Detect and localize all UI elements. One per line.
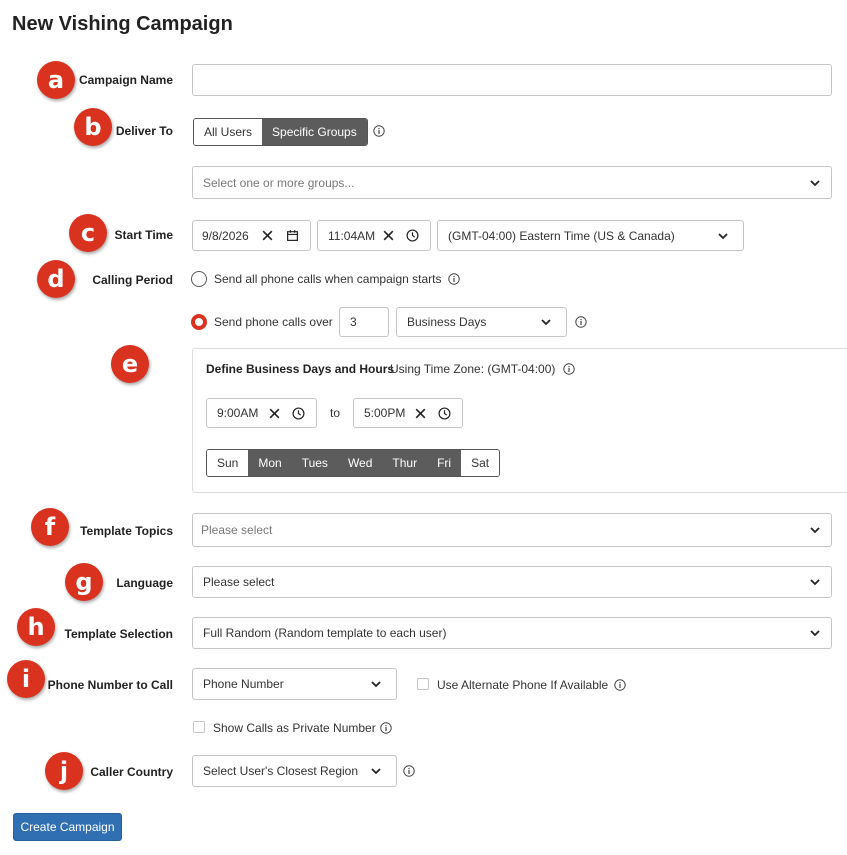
- start-time-picker[interactable]: 11:04AM: [317, 220, 431, 251]
- start-date-value: 9/8/2026: [202, 228, 249, 243]
- business-end-time-picker[interactable]: 5:00PM: [353, 398, 463, 428]
- template-topics-select[interactable]: Please select: [192, 513, 832, 547]
- alternate-phone-checkbox[interactable]: [417, 678, 429, 690]
- period-unit-select[interactable]: Business Days: [396, 307, 567, 337]
- send-all-label: Send all phone calls when campaign start…: [214, 272, 442, 286]
- calling-period-label: Calling Period: [92, 273, 173, 287]
- marker-b: b: [74, 108, 112, 146]
- chevron-down-icon: [541, 319, 551, 326]
- marker-a: a: [37, 61, 75, 99]
- day-wed[interactable]: Wed: [337, 450, 383, 476]
- template-selection-label: Template Selection: [64, 627, 173, 641]
- campaign-name-input[interactable]: [192, 64, 832, 96]
- business-days-count-input[interactable]: 3: [339, 307, 389, 337]
- groups-select[interactable]: Select one or more groups...: [192, 166, 832, 199]
- business-days-toggle: Sun Mon Tues Wed Thur Fri Sat: [206, 449, 501, 477]
- private-number-label: Show Calls as Private Number: [213, 721, 376, 735]
- language-label: Language: [116, 576, 173, 590]
- private-number-checkbox[interactable]: [193, 721, 205, 733]
- marker-f: f: [31, 508, 69, 546]
- send-over-label: Send phone calls over: [214, 315, 333, 329]
- send-all-radio[interactable]: [191, 271, 207, 287]
- info-icon[interactable]: [448, 273, 460, 285]
- template-topics-placeholder: Please select: [201, 523, 273, 537]
- chevron-down-icon: [810, 179, 820, 186]
- chevron-down-icon: [371, 681, 381, 688]
- create-campaign-button[interactable]: Create Campaign: [13, 813, 122, 841]
- start-date-picker[interactable]: 9/8/2026: [192, 220, 311, 251]
- marker-i: i: [7, 660, 45, 698]
- business-end-time-value: 5:00PM: [364, 406, 406, 420]
- day-mon[interactable]: Mon: [248, 450, 292, 476]
- business-start-time-picker[interactable]: 9:00AM: [206, 398, 317, 428]
- caller-country-label: Caller Country: [90, 765, 173, 779]
- caller-country-value: Select User's Closest Region: [203, 764, 359, 778]
- chevron-down-icon: [371, 768, 381, 775]
- caller-country-select[interactable]: Select User's Closest Region: [192, 755, 397, 787]
- template-selection-select[interactable]: Full Random (Random template to each use…: [192, 617, 832, 649]
- chevron-down-icon: [810, 630, 820, 637]
- marker-c: c: [69, 214, 107, 252]
- send-over-radio[interactable]: [191, 314, 207, 330]
- language-select[interactable]: Please select: [192, 566, 832, 598]
- timezone-select[interactable]: (GMT-04:00) Eastern Time (US & Canada): [437, 220, 744, 251]
- day-sun[interactable]: Sun: [207, 450, 249, 476]
- alternate-phone-label: Use Alternate Phone If Available: [437, 678, 609, 692]
- business-days-count-value: 3: [350, 315, 357, 329]
- info-icon[interactable]: [614, 679, 626, 691]
- chevron-down-icon: [810, 527, 820, 534]
- day-thur[interactable]: Thur: [382, 450, 428, 476]
- timezone-value: (GMT-04:00) Eastern Time (US & Canada): [448, 228, 675, 243]
- clear-icon[interactable]: [414, 407, 427, 420]
- info-icon[interactable]: [575, 316, 587, 328]
- marker-d: d: [37, 260, 75, 298]
- info-icon[interactable]: [403, 765, 415, 777]
- info-icon[interactable]: [373, 125, 385, 137]
- marker-g: g: [65, 563, 103, 601]
- marker-h: h: [17, 608, 55, 646]
- clock-icon[interactable]: [292, 406, 305, 420]
- period-unit-value: Business Days: [407, 315, 487, 329]
- phone-number-value: Phone Number: [203, 677, 284, 691]
- clear-icon[interactable]: [382, 229, 395, 242]
- clock-icon[interactable]: [438, 406, 451, 420]
- marker-j: j: [45, 752, 83, 790]
- clear-icon[interactable]: [261, 229, 274, 242]
- template-selection-value: Full Random (Random template to each use…: [203, 626, 447, 640]
- language-value: Please select: [203, 575, 275, 589]
- template-topics-label: Template Topics: [80, 524, 173, 538]
- marker-e: e: [111, 345, 149, 383]
- start-time-value: 11:04AM: [328, 228, 376, 243]
- day-tues[interactable]: Tues: [291, 450, 338, 476]
- chevron-down-icon: [810, 579, 820, 586]
- business-start-time-value: 9:00AM: [217, 406, 259, 420]
- phone-number-label: Phone Number to Call: [47, 678, 173, 692]
- day-sat[interactable]: Sat: [461, 450, 500, 476]
- clear-icon[interactable]: [268, 407, 281, 420]
- info-icon[interactable]: [563, 363, 575, 375]
- day-fri[interactable]: Fri: [427, 450, 462, 476]
- campaign-name-label: Campaign Name: [78, 73, 173, 87]
- start-time-label: Start Time: [114, 228, 173, 242]
- chevron-down-icon: [718, 232, 728, 239]
- deliver-to-toggle: All Users Specific Groups: [193, 118, 368, 146]
- deliver-specific-groups-option[interactable]: Specific Groups: [262, 119, 367, 145]
- clock-icon[interactable]: [406, 229, 419, 242]
- phone-number-select[interactable]: Phone Number: [192, 668, 397, 700]
- page-title: New Vishing Campaign: [12, 13, 233, 35]
- calendar-icon[interactable]: [286, 229, 299, 242]
- deliver-all-users-option[interactable]: All Users: [194, 119, 263, 145]
- info-icon[interactable]: [380, 722, 392, 734]
- groups-select-placeholder: Select one or more groups...: [203, 175, 355, 190]
- time-range-separator: to: [330, 406, 341, 420]
- business-hours-timezone-note: Using Time Zone: (GMT-04:00): [390, 362, 556, 376]
- business-hours-heading: Define Business Days and Hours: [206, 362, 395, 376]
- deliver-to-label: Deliver To: [115, 124, 173, 138]
